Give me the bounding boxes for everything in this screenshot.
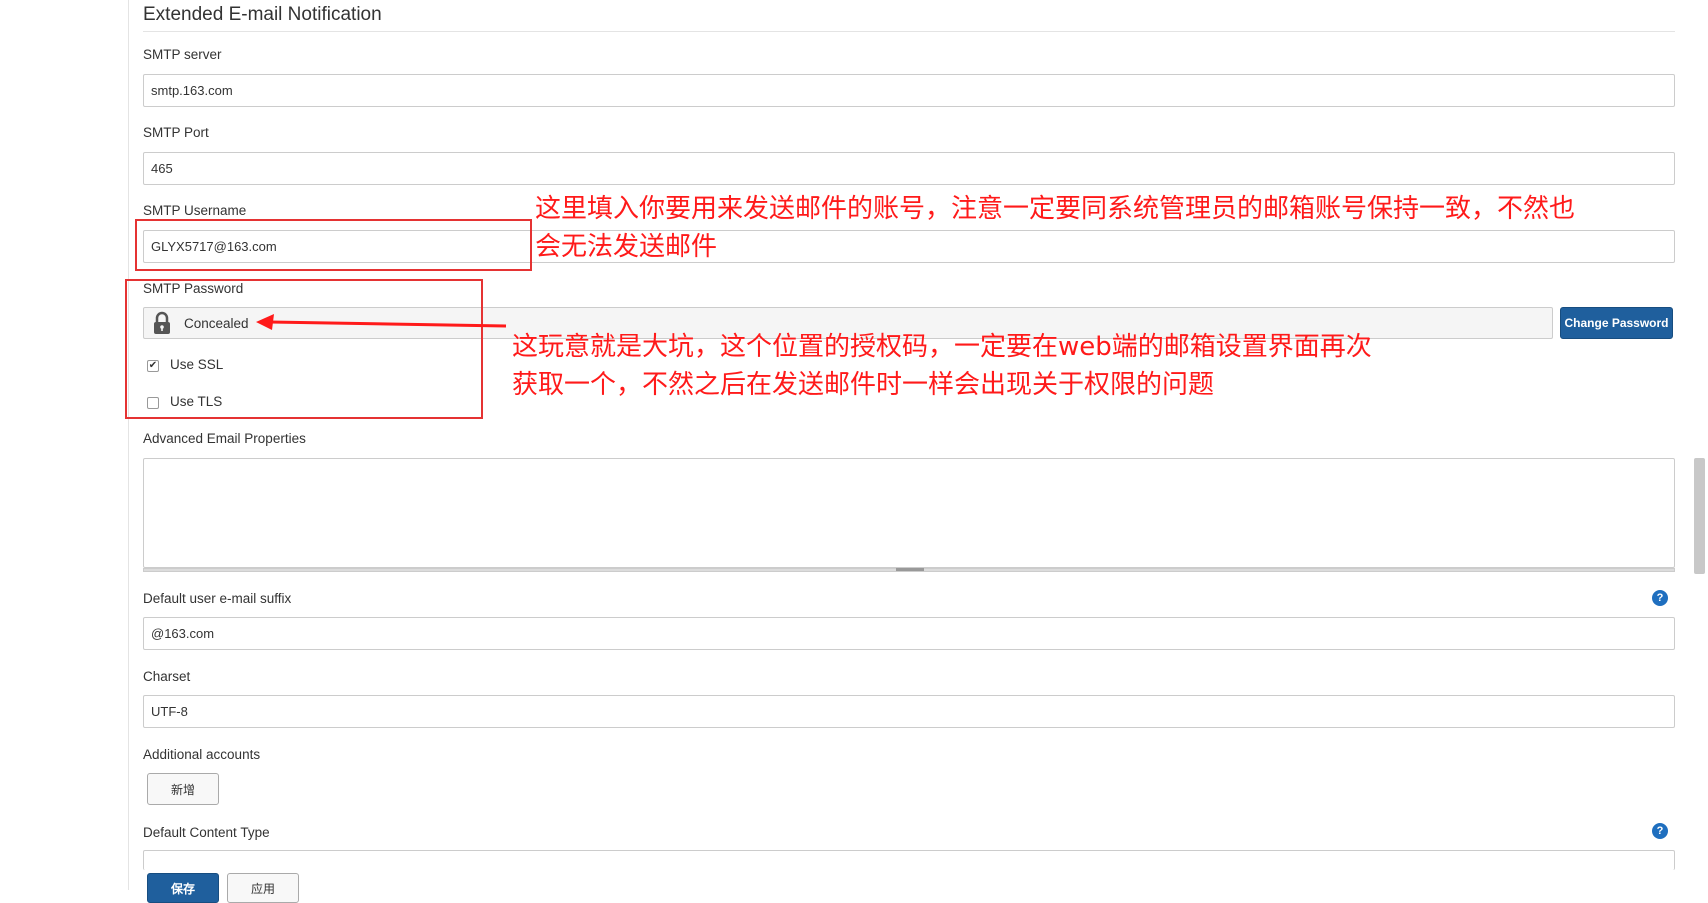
- help-icon[interactable]: ?: [1652, 823, 1668, 839]
- smtp-server-input[interactable]: [143, 74, 1675, 107]
- smtp-server-label: SMTP server: [143, 47, 222, 62]
- annotation-password-line1: 这玩意就是大坑，这个位置的授权码，一定要在web端的邮箱设置界面再次: [512, 332, 1372, 362]
- annotation-box-username: [135, 219, 532, 271]
- help-icon[interactable]: ?: [1652, 590, 1668, 606]
- save-button[interactable]: 保存: [147, 873, 219, 903]
- section-divider: [143, 31, 1675, 32]
- resize-grip-icon: [896, 568, 924, 571]
- smtp-port-label: SMTP Port: [143, 125, 209, 140]
- charset-input[interactable]: [143, 695, 1675, 728]
- email-suffix-label: Default user e-mail suffix: [143, 591, 292, 606]
- annotation-password-line2: 获取一个，不然之后在发送邮件时一样会出现关于权限的问题: [512, 370, 1215, 400]
- change-password-button[interactable]: Change Password: [1560, 307, 1673, 339]
- advanced-properties-textarea[interactable]: [143, 458, 1675, 568]
- advanced-properties-label: Advanced Email Properties: [143, 431, 306, 446]
- add-account-button[interactable]: 新增: [147, 773, 219, 805]
- smtp-username-label: SMTP Username: [143, 203, 247, 218]
- page-scrollbar[interactable]: [1694, 458, 1705, 574]
- arrow-icon: [256, 314, 507, 330]
- annotation-username-line2: 会无法发送邮件: [535, 232, 718, 262]
- annotation-username-line1: 这里填入你要用来发送邮件的账号，注意一定要同系统管理员的邮箱账号保持一致，不然也: [535, 194, 1576, 224]
- section-title: Extended E-mail Notification: [143, 4, 382, 25]
- smtp-port-input[interactable]: [143, 152, 1675, 185]
- content-type-select[interactable]: [143, 850, 1675, 870]
- additional-accounts-label: Additional accounts: [143, 747, 261, 762]
- content-left-border: [128, 0, 129, 890]
- email-suffix-input[interactable]: [143, 617, 1675, 650]
- annotation-box-password: [125, 279, 483, 419]
- apply-button[interactable]: 应用: [227, 873, 299, 903]
- charset-label: Charset: [143, 669, 191, 684]
- content-type-label: Default Content Type: [143, 825, 270, 840]
